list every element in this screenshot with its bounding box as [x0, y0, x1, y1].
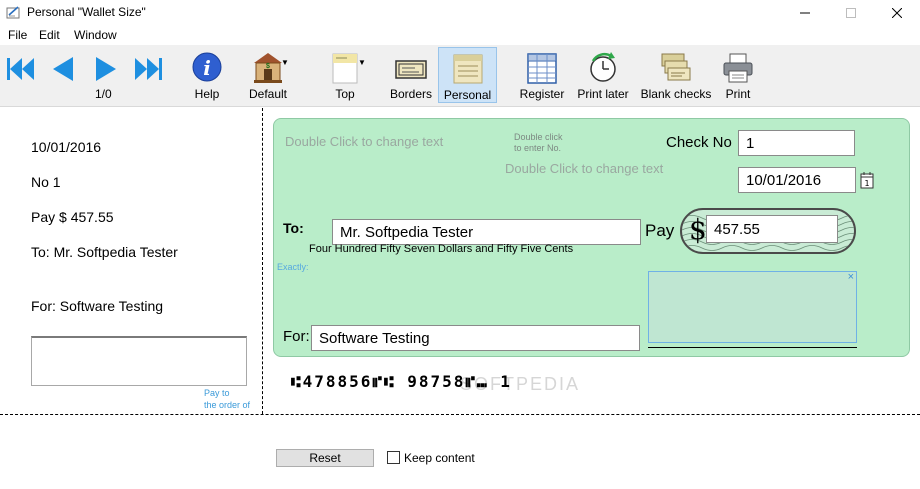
maximize-icon [846, 8, 856, 18]
signature-close-icon[interactable]: × [848, 271, 854, 283]
top-button[interactable]: Top [324, 47, 366, 103]
menu-edit[interactable]: Edit [39, 28, 60, 42]
first-record-button[interactable] [5, 55, 37, 83]
cut-line [0, 414, 920, 415]
top-dropdown-arrow[interactable]: ▼ [358, 58, 366, 67]
svg-text:$: $ [266, 63, 270, 70]
stub-to: To: Mr. Softpedia Tester [31, 244, 178, 260]
date-field[interactable]: 10/01/2016 [738, 167, 856, 193]
top-left-text-hint[interactable]: Double Click to change text [285, 134, 443, 149]
default-label: Default [248, 87, 288, 101]
personal-label: Personal [443, 88, 492, 102]
menu-window[interactable]: Window [74, 28, 117, 42]
signature-line [648, 347, 857, 348]
calendar-icon[interactable]: 1 [860, 171, 874, 189]
for-label: For: [283, 328, 310, 345]
borders-icon [395, 60, 427, 79]
enter-number-hint-line2: to enter No. [514, 143, 562, 153]
enter-number-hint-line1: Double click [514, 132, 563, 142]
pay-label: Pay [645, 221, 675, 240]
payto-hint-line1: Pay to [204, 388, 230, 398]
window-title: Personal "Wallet Size" [27, 5, 146, 19]
previous-record-button[interactable] [47, 55, 79, 83]
print-later-label: Print later [577, 87, 629, 101]
blank-checks-label: Blank checks [640, 87, 712, 101]
check-no-label: Check No [666, 134, 732, 151]
enter-number-hint[interactable]: Double click to enter No. [514, 132, 563, 154]
amount-field[interactable]: 457.55 [706, 215, 838, 243]
toolbar: 1/0 i Help $ Default ▼ Top ▼ Borders Per… [0, 45, 920, 107]
keep-content-label: Keep content [404, 451, 475, 465]
print-later-button[interactable]: Print later [575, 47, 631, 103]
center-text-hint[interactable]: Double Click to change text [505, 161, 663, 176]
micr-line: ⑆478856⑈⑆ 98758⑈⑉ 1 [291, 372, 512, 391]
stub-separator [262, 108, 263, 414]
info-icon: i [192, 52, 222, 82]
stub-date: 10/01/2016 [31, 139, 102, 155]
svg-text:i: i [203, 56, 211, 80]
minimize-icon [800, 12, 810, 14]
help-button[interactable]: i Help [186, 47, 228, 103]
clock-refresh-icon [590, 52, 616, 82]
blank-checks-button[interactable]: Blank checks [640, 47, 712, 103]
last-record-button[interactable] [132, 55, 164, 83]
printer-icon [723, 53, 753, 83]
default-dropdown-arrow[interactable]: ▼ [281, 58, 289, 67]
amount-in-words: Four Hundred Fifty Seven Dollars and Fif… [309, 243, 574, 255]
payto-hint: Pay to the order of [204, 387, 250, 411]
bank-icon: $ [254, 53, 282, 83]
minimize-button[interactable] [782, 0, 828, 26]
app-check-icon [6, 6, 20, 19]
app-window: Personal "Wallet Size" File Edit Window [0, 0, 920, 489]
payto-hint-line2: the order of [204, 400, 251, 410]
personal-check-icon [453, 54, 482, 84]
check-no-field[interactable]: 1 [738, 130, 855, 156]
reset-button[interactable]: Reset [276, 449, 374, 467]
stub-for: For: Software Testing [31, 298, 164, 314]
to-label: To: [283, 220, 304, 236]
register-grid-icon [527, 53, 557, 84]
personal-button[interactable]: Personal [438, 47, 497, 103]
calendar-glyph: 1 [864, 179, 869, 188]
memo-field[interactable]: Software Testing [311, 325, 640, 351]
print-label: Print [725, 87, 751, 101]
keep-content-checkbox[interactable] [387, 451, 400, 464]
borders-label: Borders [389, 87, 433, 101]
default-button[interactable]: $ Default [242, 47, 294, 103]
stub-notes-box[interactable] [31, 336, 247, 386]
menu-file[interactable]: File [8, 28, 27, 42]
top-label: Top [335, 87, 355, 101]
close-button[interactable] [874, 0, 920, 26]
close-icon [892, 8, 902, 18]
title-bar: Personal "Wallet Size" [0, 0, 920, 26]
next-record-button[interactable] [90, 55, 122, 83]
dollar-sign: $ [689, 213, 707, 246]
exactly-label: Exactly: [277, 262, 309, 272]
check-area: Double Click to change text Double click… [273, 118, 910, 357]
stub-number: No 1 [31, 174, 61, 190]
register-label: Register [519, 87, 565, 101]
record-counter: 1/0 [95, 87, 112, 101]
menu-bar: File Edit Window [0, 26, 920, 45]
print-button[interactable]: Print [720, 47, 756, 103]
help-label: Help [194, 87, 220, 101]
check-stack-icon [661, 53, 691, 81]
signature-box[interactable]: × [648, 271, 857, 343]
maximize-button[interactable] [828, 0, 874, 26]
stub-pay: Pay $ 457.55 [31, 209, 114, 225]
borders-button[interactable]: Borders [389, 47, 433, 103]
page-top-icon [332, 53, 358, 84]
register-button[interactable]: Register [518, 47, 566, 103]
payee-field[interactable]: Mr. Softpedia Tester [332, 219, 641, 245]
